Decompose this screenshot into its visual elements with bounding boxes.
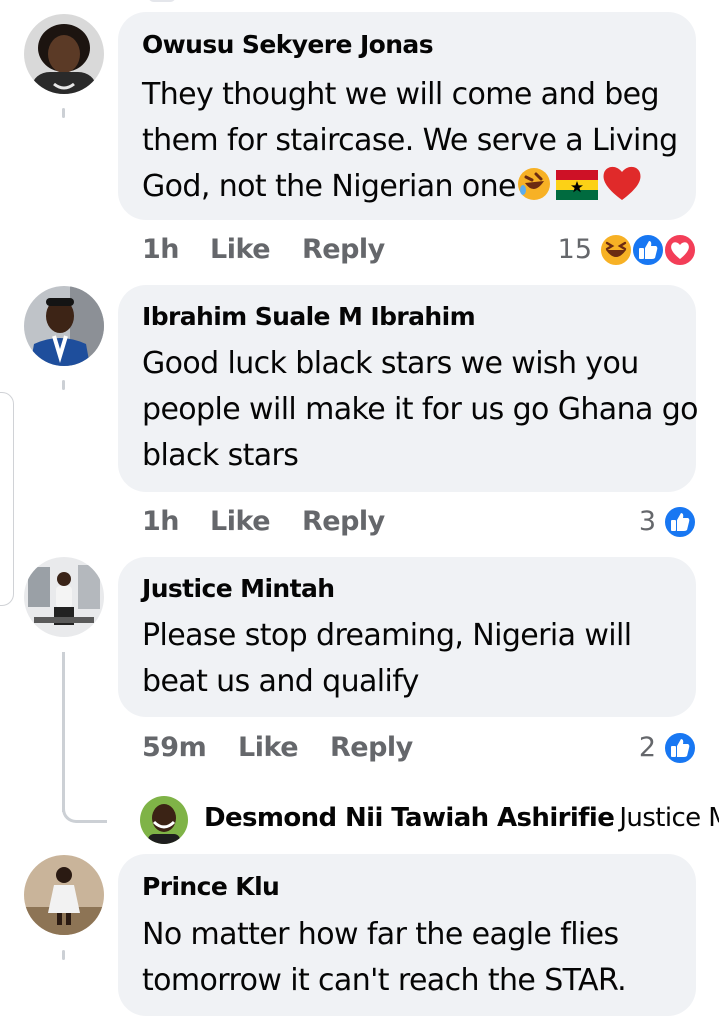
thread-marker xyxy=(62,108,65,118)
ghana-flag-icon xyxy=(555,168,598,214)
reaction-icons[interactable] xyxy=(598,232,698,268)
commenter-name[interactable]: Prince Klu xyxy=(142,872,280,901)
comment-line: No matter how far the eagle flies xyxy=(142,917,619,952)
reply-author-name[interactable]: Desmond Nii Tawiah Ashirifie xyxy=(204,803,615,833)
comment-line: They thought we will come and beg xyxy=(142,77,660,112)
comment-timestamp[interactable]: 59m xyxy=(142,732,207,763)
comment-bubble: Ibrahim Suale M Ibrahim Good luck black … xyxy=(118,285,699,492)
comment-bubble: Prince Klu No matter how far the eagle f… xyxy=(118,854,696,1016)
avatar[interactable] xyxy=(24,286,104,366)
red-heart-icon xyxy=(602,164,642,216)
reaction-count[interactable]: 2 xyxy=(600,732,656,763)
reaction-count[interactable]: 3 xyxy=(600,506,656,537)
reply-thread-curve xyxy=(62,780,107,823)
avatar[interactable] xyxy=(24,557,104,637)
reply-snippet: Justice M... xyxy=(619,803,719,833)
comment-line: tomorrow it can't reach the STAR. xyxy=(142,963,627,998)
reaction-count[interactable]: 15 xyxy=(540,234,592,265)
thread-marker xyxy=(62,380,65,390)
comment-timestamp[interactable]: 1h xyxy=(142,506,180,537)
comment-line: people will make it for us go Ghana go xyxy=(142,392,699,427)
comment-line: God, not the Nigerian one xyxy=(142,164,642,216)
comment-bubble: Owusu Sekyere Jonas They thought we will… xyxy=(118,12,696,220)
commenter-name[interactable]: Justice Mintah xyxy=(142,574,335,603)
comment-line-text: God, not the Nigerian one xyxy=(142,169,516,204)
avatar[interactable] xyxy=(24,14,104,94)
reply-button[interactable]: Reply xyxy=(330,732,413,763)
comment-line: them for staircase. We serve a Living xyxy=(142,123,678,158)
comment-timestamp[interactable]: 1h xyxy=(142,234,180,265)
reply-button[interactable]: Reply xyxy=(302,234,385,265)
previous-comment-fragment xyxy=(148,0,176,2)
like-reaction-icon xyxy=(631,233,665,267)
like-reaction-icon[interactable] xyxy=(662,504,698,540)
side-panel-fragment xyxy=(0,392,14,606)
like-reaction-icon[interactable] xyxy=(662,730,698,766)
comment-line: beat us and qualify xyxy=(142,664,419,699)
avatar[interactable] xyxy=(24,855,104,935)
reply-preview[interactable]: Desmond Nii Tawiah Ashirifie Justice M..… xyxy=(204,803,719,833)
commenter-name[interactable]: Ibrahim Suale M Ibrahim xyxy=(142,302,476,331)
love-reaction-icon xyxy=(663,233,697,267)
comment-line: black stars xyxy=(142,438,299,473)
like-button[interactable]: Like xyxy=(238,732,299,763)
commenter-name[interactable]: Owusu Sekyere Jonas xyxy=(142,30,434,59)
comment-line: Good luck black stars we wish you xyxy=(142,346,639,381)
reply-button[interactable]: Reply xyxy=(302,506,385,537)
comment-bubble: Justice Mintah Please stop dreaming, Nig… xyxy=(118,557,696,717)
comment-line: Please stop dreaming, Nigeria will xyxy=(142,618,632,653)
rolling-laughing-emoji-icon xyxy=(516,166,552,216)
reply-avatar[interactable] xyxy=(140,796,188,844)
like-button[interactable]: Like xyxy=(210,506,271,537)
laughing-emoji-icon xyxy=(599,233,633,267)
thread-marker xyxy=(62,950,65,960)
like-button[interactable]: Like xyxy=(210,234,271,265)
